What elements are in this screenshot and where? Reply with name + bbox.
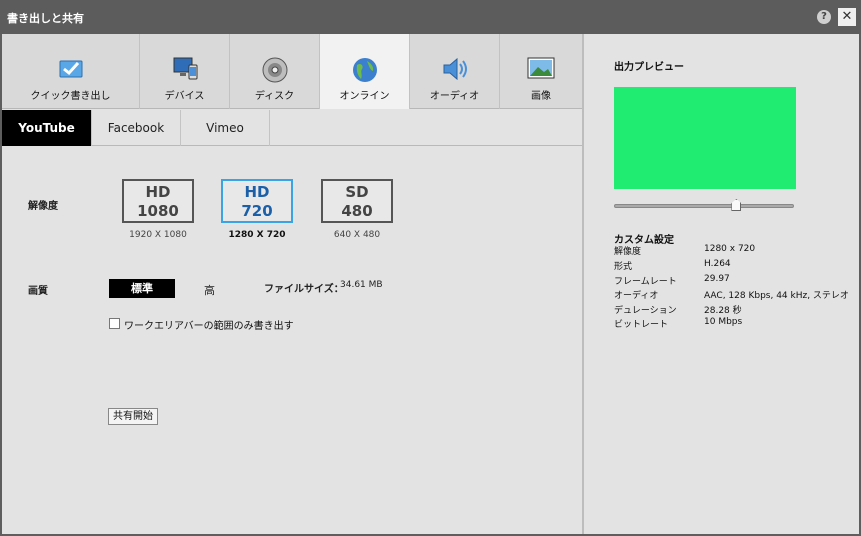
filesize-value: 34.61 MB — [340, 280, 383, 290]
disc-icon — [262, 57, 288, 87]
tab-image-label: 画像 — [531, 91, 551, 102]
resolution-sd480-type: SD — [345, 183, 369, 201]
devices-icon — [171, 57, 199, 85]
help-button[interactable]: ? — [817, 10, 831, 24]
tab-quick-export[interactable]: クイック書き出し — [2, 34, 140, 109]
start-share-button[interactable]: 共有開始 — [108, 408, 158, 425]
preview-panel: 出力プレビュー カスタム設定 解像度 1280 x 720 形式 H.264 フ… — [584, 34, 859, 534]
image-icon — [527, 57, 555, 83]
settings-value: 28.28 秒 — [704, 306, 742, 316]
resolution-hd1080-caption: 1920 X 1080 — [129, 230, 187, 240]
settings-value: 10 Mbps — [704, 317, 743, 327]
settings-value: 29.97 — [704, 274, 730, 284]
preview-slider-thumb[interactable] — [731, 199, 742, 211]
quality-label: 画質 — [28, 286, 48, 297]
settings-key: フレームレート — [614, 277, 677, 287]
settings-key: 解像度 — [614, 247, 642, 257]
settings-key: ビットレート — [614, 320, 669, 330]
category-tabs: クイック書き出し デバイス ディスク オンライン オーディオ 画像 — [2, 34, 582, 109]
resolution-hd1080-type: HD — [145, 183, 171, 201]
resolution-hd720-type: HD — [244, 183, 270, 201]
settings-key: 形式 — [614, 262, 633, 272]
globe-icon — [352, 57, 378, 87]
export-settings-panel: クイック書き出し デバイス ディスク オンライン オーディオ 画像 YouTub… — [2, 34, 582, 534]
preview-slider-track[interactable] — [614, 204, 794, 208]
quality-high-option[interactable]: 高 — [204, 282, 215, 298]
tab-audio-label: オーディオ — [429, 91, 480, 102]
tab-image[interactable]: 画像 — [500, 34, 582, 109]
quality-standard-option[interactable]: 標準 — [109, 279, 175, 298]
tab-audio[interactable]: オーディオ — [410, 34, 500, 109]
resolution-label: 解像度 — [28, 201, 58, 212]
resolution-hd720-caption: 1280 X 720 — [228, 230, 286, 240]
tab-online-label: オンライン — [339, 91, 390, 102]
tab-disc-label: ディスク — [254, 91, 295, 102]
workarea-checkbox-label[interactable]: ワークエリアバーの範囲のみ書き出す — [124, 317, 294, 332]
tab-devices-label: デバイス — [164, 91, 205, 102]
tab-vimeo[interactable]: Vimeo — [181, 110, 270, 146]
resolution-hd720-value: 720 — [241, 202, 273, 220]
speaker-icon — [441, 57, 469, 85]
resolution-hd1080-option[interactable]: HD 1080 — [122, 179, 194, 223]
settings-key: デュレーション — [614, 306, 677, 316]
tab-youtube[interactable]: YouTube — [2, 110, 92, 146]
quick-export-icon — [58, 57, 84, 83]
resolution-hd1080-value: 1080 — [137, 202, 179, 220]
preview-title: 出力プレビュー — [614, 62, 684, 73]
workarea-checkbox[interactable] — [109, 318, 120, 329]
tab-online[interactable]: オンライン — [320, 34, 410, 109]
resolution-hd720-option[interactable]: HD 720 — [221, 179, 293, 223]
resolution-sd480-option[interactable]: SD 480 — [321, 179, 393, 223]
settings-value: 1280 x 720 — [704, 244, 756, 254]
settings-value: H.264 — [704, 259, 731, 269]
tab-disc[interactable]: ディスク — [230, 34, 320, 109]
export-share-window: 書き出しと共有 ? ✕ クイック書き出し デバイス ディスク オンライン オーデ… — [0, 0, 861, 536]
tab-devices[interactable]: デバイス — [140, 34, 230, 109]
tab-facebook[interactable]: Facebook — [92, 110, 181, 146]
tab-quick-export-label: クイック書き出し — [30, 91, 111, 102]
filesize-label: ファイルサイズ： — [264, 284, 344, 295]
platform-tabs: YouTube Facebook Vimeo — [2, 110, 582, 146]
settings-key: オーディオ — [614, 291, 659, 301]
resolution-sd480-caption: 640 X 480 — [333, 230, 381, 240]
title-bar: 書き出しと共有 ? ✕ — [0, 0, 861, 34]
window-title: 書き出しと共有 — [7, 12, 84, 25]
preview-screen — [614, 87, 796, 189]
resolution-sd480-value: 480 — [341, 202, 373, 220]
close-button[interactable]: ✕ — [838, 8, 856, 26]
settings-value: AAC, 128 Kbps, 44 kHz, ステレオ — [704, 291, 849, 301]
